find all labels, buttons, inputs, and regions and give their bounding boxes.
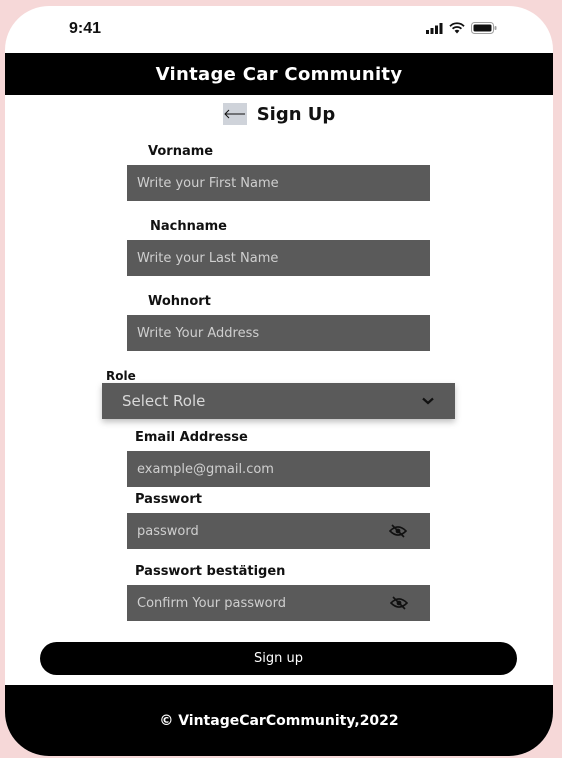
role-select-value: Select Role xyxy=(122,392,206,410)
battery-icon xyxy=(471,22,497,34)
first-name-field[interactable] xyxy=(127,165,430,201)
app-title: Vintage Car Community xyxy=(155,63,403,85)
status-icons xyxy=(426,22,497,34)
page-title: Sign Up xyxy=(256,103,336,125)
status-time: 9:41 xyxy=(69,20,102,37)
last-name-field[interactable] xyxy=(127,240,430,276)
confirm-password-field[interactable] xyxy=(127,585,430,621)
email-field[interactable] xyxy=(127,451,430,487)
footer-copyright: © VintageCarCommunity,2022 xyxy=(159,712,399,729)
role-select[interactable]: Select Role xyxy=(102,383,455,419)
phone-frame: 9:41 Vintage Car Community Sign Up Vorna… xyxy=(5,6,553,756)
password-field[interactable] xyxy=(127,513,430,549)
wifi-icon xyxy=(449,22,465,34)
last-name-label: Nachname xyxy=(150,219,228,234)
footer: © VintageCarCommunity,2022 xyxy=(5,685,553,756)
first-name-label: Vorname xyxy=(148,144,214,159)
chevron-down-icon xyxy=(422,397,434,405)
eye-off-icon[interactable] xyxy=(389,524,407,538)
app-header: Vintage Car Community xyxy=(5,53,553,95)
address-label: Wohnort xyxy=(148,294,211,309)
back-button[interactable] xyxy=(222,103,247,125)
address-field[interactable] xyxy=(127,315,430,351)
password-label: Passwort xyxy=(135,492,202,507)
confirm-password-label: Passwort bestätigen xyxy=(135,564,286,579)
status-bar: 9:41 xyxy=(5,6,553,52)
role-label: Role xyxy=(106,369,136,383)
signal-icon xyxy=(426,22,443,34)
email-label: Email Addresse xyxy=(135,430,248,445)
sign-up-button-label: Sign up xyxy=(254,651,303,666)
back-arrow-icon xyxy=(223,109,245,119)
page-title-row: Sign Up xyxy=(5,100,553,128)
sign-up-button[interactable]: Sign up xyxy=(40,642,517,675)
eye-off-icon[interactable] xyxy=(390,596,408,610)
